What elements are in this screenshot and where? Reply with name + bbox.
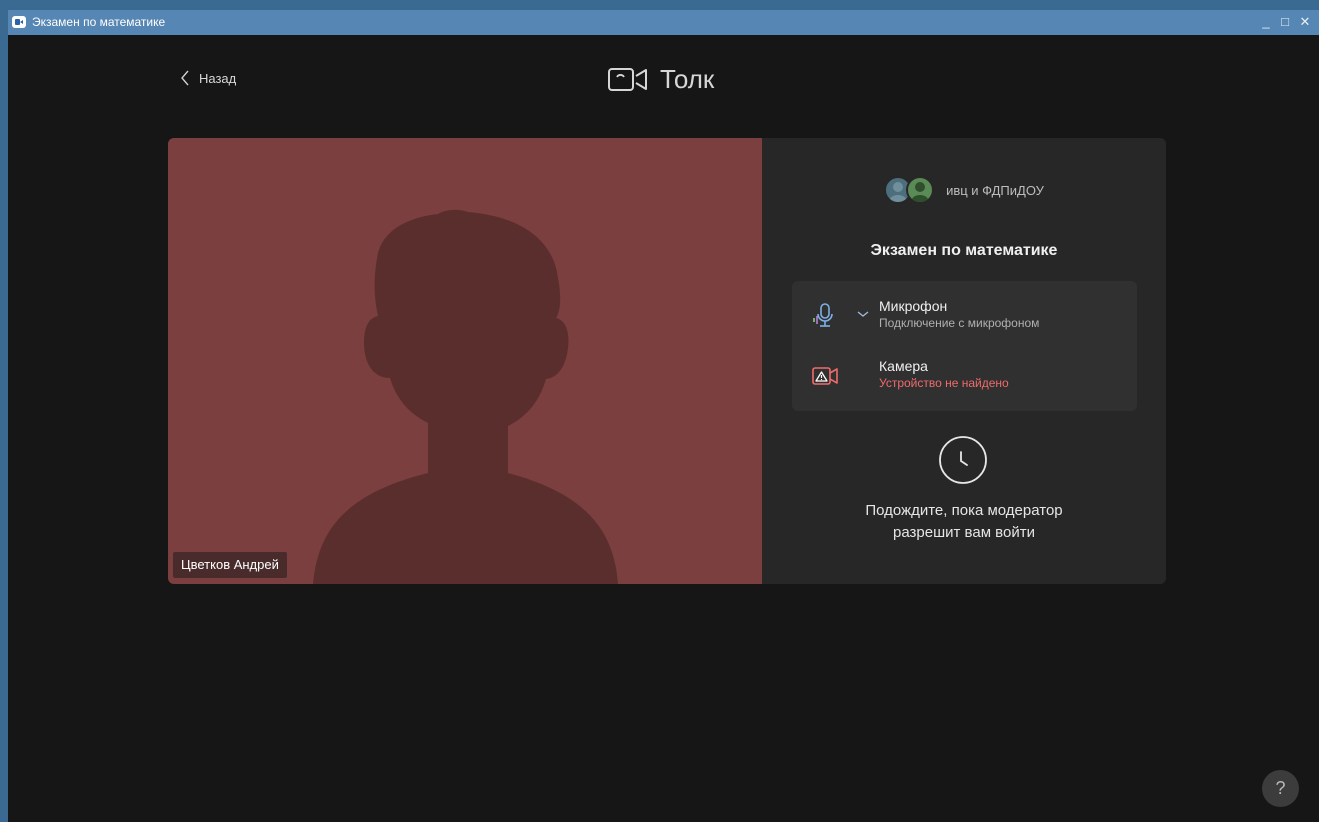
waiting-message-line: разрешит вам войти bbox=[893, 524, 1035, 541]
app-window: Экзамен по математике _ □ ✕ Назад Толк Ц… bbox=[8, 10, 1319, 822]
avatar bbox=[906, 176, 935, 204]
microphone-icon bbox=[813, 303, 833, 327]
meeting-title: Экзамен по математике bbox=[870, 242, 1058, 259]
waiting-message-line: Подождите, пока модератор bbox=[865, 502, 1063, 519]
app-camera-icon bbox=[12, 16, 26, 28]
organization-row: ивц и ФДПиДОУ bbox=[762, 176, 1166, 204]
microphone-label: Микрофон bbox=[879, 298, 948, 314]
close-button[interactable]: ✕ bbox=[1297, 14, 1313, 30]
waiting-message: Подождите, пока модератор разрешит вам в… bbox=[762, 500, 1166, 544]
prejoin-card: Цветков Андрей ивц и ФДПиДОУ Экзамен по … bbox=[168, 138, 1166, 584]
microphone-status: Подключение с микрофоном bbox=[879, 316, 1040, 330]
help-button[interactable]: ? bbox=[1262, 770, 1299, 807]
back-label: Назад bbox=[199, 70, 237, 86]
back-button[interactable]: Назад bbox=[180, 67, 236, 89]
clock-icon bbox=[939, 436, 987, 484]
device-settings: Микрофон Подключение с микрофоном Камера… bbox=[792, 281, 1137, 411]
microphone-row[interactable]: Микрофон Подключение с микрофоном bbox=[792, 293, 1137, 339]
chevron-down-icon[interactable] bbox=[856, 309, 870, 319]
organization-name: ивц и ФДПиДОУ bbox=[946, 182, 1044, 198]
brand-logo: Толк bbox=[608, 64, 714, 95]
user-avatar-icon bbox=[911, 182, 930, 202]
camera-status: Устройство не найдено bbox=[879, 376, 1009, 390]
minimize-button[interactable]: _ bbox=[1258, 14, 1274, 30]
participant-name-tag: Цветков Андрей bbox=[173, 552, 287, 578]
title-bar[interactable]: Экзамен по математике _ □ ✕ bbox=[8, 10, 1319, 35]
camera-row[interactable]: Камера Устройство не найдено bbox=[792, 353, 1137, 399]
camera-warning-icon bbox=[812, 367, 838, 385]
join-panel: ивц и ФДПиДОУ Экзамен по математике Микр… bbox=[762, 138, 1166, 584]
person-silhouette-icon bbox=[313, 209, 618, 584]
video-camera-logo-icon bbox=[608, 67, 647, 91]
avatar-group bbox=[884, 176, 938, 204]
brand-name: Толк bbox=[660, 64, 715, 94]
self-video-preview: Цветков Андрей bbox=[168, 138, 762, 584]
window-title: Экзамен по математике bbox=[32, 15, 166, 29]
maximize-button[interactable]: □ bbox=[1277, 14, 1293, 30]
chevron-left-icon bbox=[181, 70, 189, 86]
camera-label: Камера bbox=[879, 358, 928, 374]
